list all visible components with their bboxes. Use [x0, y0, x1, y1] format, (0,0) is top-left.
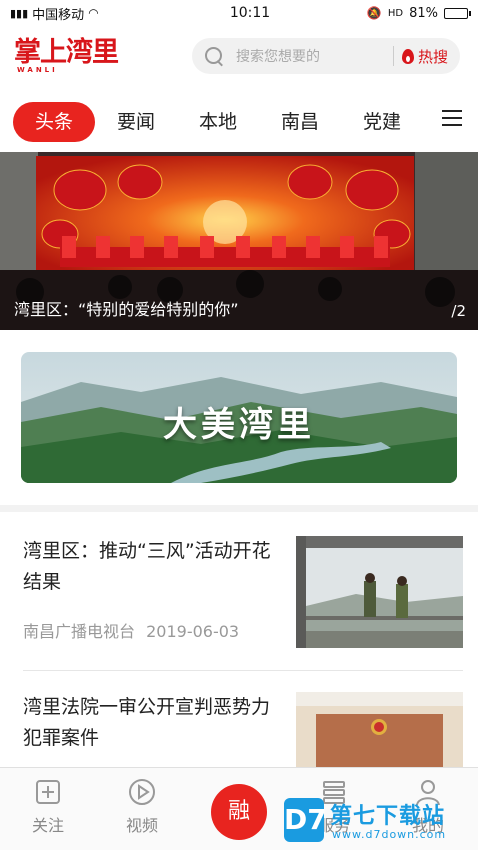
hot-search-label: 热搜 [417, 47, 448, 66]
news-meta: 南昌广播电视台 2019-06-03 [23, 618, 239, 642]
watermark: D7 第七下载站 www.d7down.com [284, 798, 474, 846]
nav-follow[interactable]: 关注 [18, 778, 78, 836]
news-source: 南昌广播电视台 [23, 622, 136, 641]
hero-caption: 湾里区：“特别的爱给特别的你” [14, 300, 239, 319]
search-divider [392, 46, 394, 66]
clock: 10:11 [229, 5, 271, 21]
news-thumbnail [296, 536, 463, 648]
promo-banner[interactable]: 大美湾里 [21, 352, 457, 483]
tab-headline[interactable]: 头条 [13, 102, 95, 142]
watermark-name: 第七下载站 [330, 804, 446, 829]
app-logo: 掌上湾里 WANLI [14, 37, 134, 77]
news-item[interactable]: 湾里区：推动“三风”活动开花结果 南昌广播电视台 2019-06-03 [23, 536, 463, 670]
wifi-icon: ◠ [88, 6, 99, 20]
channel-tabs: 头条 要闻 本地 南昌 党建 [0, 98, 478, 146]
hot-search-button[interactable]: 热搜 [401, 46, 448, 67]
banner-title: 大美湾里 [163, 405, 315, 445]
logo-subtext: WANLI [17, 66, 58, 74]
status-bar: ▮▮▮ 中国移动 ◠ 10:11 🔕 HD 81% [0, 0, 478, 26]
tab-news[interactable]: 要闻 [95, 102, 177, 142]
carrier-name: 中国移动 [32, 7, 85, 23]
search-placeholder: 搜索您想要的 [236, 49, 320, 65]
hd-call-icon: HD [387, 7, 404, 19]
mute-bell-icon: 🔕 [366, 6, 382, 20]
nav-follow-label: 关注 [31, 816, 64, 835]
menu-icon[interactable] [442, 110, 462, 126]
logo-text: 掌上湾里 [14, 37, 119, 68]
news-title: 湾里区：推动“三风”活动开花结果 [23, 540, 271, 593]
search-bar[interactable]: 搜索您想要的 热搜 [192, 38, 460, 74]
play-icon [128, 778, 156, 806]
tab-party[interactable]: 党建 [341, 102, 423, 142]
news-thumbnail [296, 692, 463, 767]
nav-video-label: 视频 [125, 816, 158, 835]
nav-rong-button[interactable]: 融 [211, 784, 267, 840]
tab-nanchang[interactable]: 南昌 [259, 102, 341, 142]
signal-icon: ▮▮▮ [10, 6, 29, 20]
flame-icon [401, 48, 414, 64]
battery-icon [444, 7, 471, 19]
follow-icon [34, 778, 62, 806]
hero-page-counter: /2 [451, 302, 466, 320]
battery-percent: 81% [409, 5, 438, 21]
news-title: 湾里法院一审公开宣判恶势力犯罪案件 [23, 696, 271, 749]
search-icon [204, 46, 224, 66]
watermark-url: www.d7down.com [332, 828, 447, 841]
news-item[interactable]: 湾里法院一审公开宣判恶势力犯罪案件 [23, 692, 463, 767]
app-header: 掌上湾里 WANLI 搜索您想要的 热搜 [0, 30, 478, 84]
section-divider [0, 505, 478, 512]
hero-carousel[interactable]: 湾里区：“特别的爱给特别的你” /2 [0, 152, 478, 330]
nav-video[interactable]: 视频 [112, 778, 172, 836]
news-date: 2019-06-03 [146, 622, 240, 641]
watermark-logo: D7 [284, 798, 327, 842]
tab-local[interactable]: 本地 [177, 102, 259, 142]
